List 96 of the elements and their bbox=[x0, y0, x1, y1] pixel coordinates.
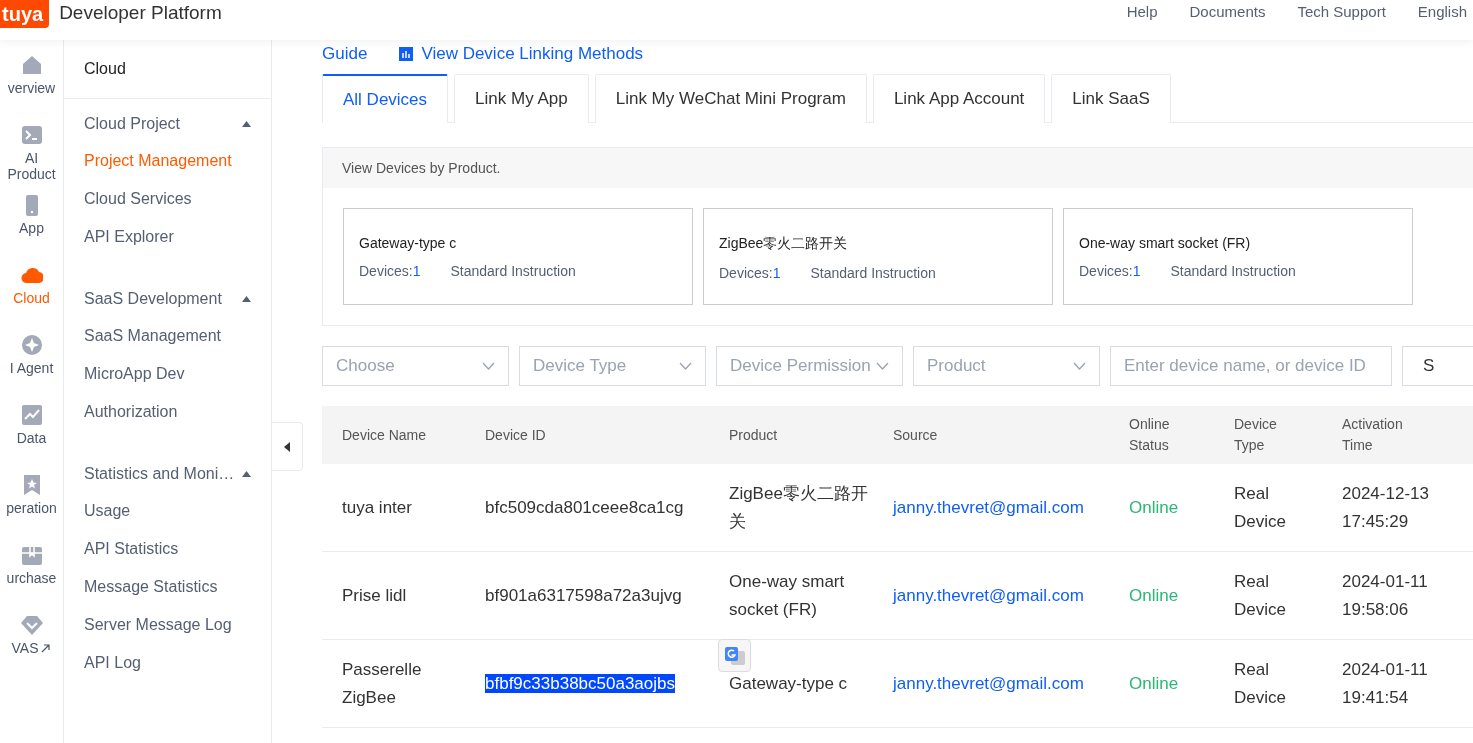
product-card[interactable]: ZigBee零火二路开关 Devices:1 Standard Instruction bbox=[703, 208, 1053, 305]
table-cell-text: 2024-01-11 19:41:54 bbox=[1341, 658, 1429, 709]
sparkle-icon bbox=[20, 334, 43, 356]
chevron-down-icon bbox=[1073, 362, 1086, 370]
header-link[interactable]: Help bbox=[1126, 2, 1158, 20]
product-name: Gateway-type c bbox=[359, 235, 458, 251]
header-link[interactable]: Tech Support bbox=[1297, 2, 1386, 20]
sidebar-group[interactable]: SaaS Development bbox=[64, 280, 271, 317]
rail-item[interactable]: VAS bbox=[0, 614, 63, 684]
panel-title: View Devices by Product. bbox=[323, 148, 1473, 188]
header-link[interactable]: English bbox=[1417, 2, 1467, 20]
sidebar-item[interactable]: Server Message Log bbox=[64, 606, 271, 644]
sidebar-item[interactable]: Authorization bbox=[64, 393, 271, 431]
translate-icon bbox=[723, 645, 746, 666]
sidebar-item[interactable]: API Log bbox=[64, 644, 271, 682]
column-header: Device Type bbox=[1233, 415, 1278, 455]
header-link[interactable]: Documents bbox=[1189, 2, 1266, 20]
table-cell-text: 2024-12-13 17:45:29 bbox=[1341, 482, 1430, 533]
chevron-down-icon bbox=[482, 362, 495, 370]
table-cell-text: One-way smart socket (FR) bbox=[728, 570, 846, 621]
table-cell-text: tuya inter bbox=[341, 496, 413, 519]
status-text: Online bbox=[1128, 584, 1180, 607]
column-header: Product bbox=[728, 425, 779, 445]
column-header: Activation Time bbox=[1341, 415, 1404, 455]
rail-item[interactable]: peration bbox=[0, 474, 63, 544]
sidebar-group[interactable]: Cloud Project bbox=[64, 105, 271, 142]
translate-button[interactable] bbox=[718, 639, 751, 672]
device-count: Devices:1 bbox=[359, 263, 421, 279]
column-header: Source bbox=[892, 425, 939, 445]
column-header: Device Name bbox=[341, 425, 428, 445]
product-card[interactable]: One-way smart socket (FR) Devices:1 Standard Instruction bbox=[1063, 208, 1413, 305]
sidebar-item[interactable]: Message Statistics bbox=[64, 568, 271, 606]
rail-item[interactable]: Data bbox=[0, 404, 63, 474]
table-cell-text: ZigBee零火二路开关 bbox=[728, 482, 869, 533]
house-icon bbox=[20, 54, 43, 76]
tab[interactable]: All Devices bbox=[322, 74, 449, 123]
box-icon bbox=[20, 544, 43, 566]
rail-item[interactable]: AI Product bbox=[0, 124, 63, 194]
device-count: Devices:1 bbox=[1079, 263, 1141, 279]
tab[interactable]: Link My WeChat Mini Program bbox=[594, 74, 867, 123]
device-id: bfbf9c33b38bc50a3aojbs bbox=[485, 673, 675, 693]
sidebar-title: Cloud bbox=[64, 40, 271, 99]
search-field[interactable]: Enter device name, or device ID bbox=[1110, 346, 1392, 386]
sidebar-item[interactable]: MicroApp Dev bbox=[64, 355, 271, 393]
group-label: Statistics and Moni… bbox=[84, 464, 235, 483]
product-card[interactable]: Gateway-type c Devices:1 Standard Instruction bbox=[343, 208, 693, 305]
sidebar-item[interactable]: API Explorer bbox=[64, 218, 271, 256]
device-id: bfc509cda801ceee8ca1cg bbox=[485, 497, 684, 517]
logo[interactable]: tuya bbox=[0, 0, 50, 28]
chevron-down-icon bbox=[876, 362, 889, 370]
tab[interactable]: Link My App bbox=[454, 74, 589, 123]
table-cell-text: 2024-01-11 19:58:06 bbox=[1341, 570, 1429, 621]
tab[interactable]: Link SaaS bbox=[1051, 74, 1171, 123]
instruction-label: Standard Instruction bbox=[450, 263, 576, 279]
terminal-icon bbox=[20, 124, 43, 146]
product-name: ZigBee零火二路开关 bbox=[719, 235, 849, 253]
collapse-handle[interactable] bbox=[272, 422, 303, 471]
chart-icon bbox=[20, 404, 43, 426]
tab[interactable]: Link App Account bbox=[872, 74, 1046, 123]
guide-link[interactable]: View Device Linking Methods bbox=[399, 44, 644, 64]
status-text: Online bbox=[1128, 672, 1180, 695]
device-count: Devices:1 bbox=[719, 265, 781, 281]
chevron-down-icon bbox=[679, 362, 692, 370]
status-text: Online bbox=[1128, 496, 1180, 519]
column-header: Online Status bbox=[1128, 415, 1171, 455]
device-id: bf901a6317598a72a3ujvg bbox=[485, 585, 682, 605]
table-cell-text: Real Device bbox=[1233, 658, 1287, 709]
table-cell-text: Passerelle ZigBee bbox=[341, 658, 423, 709]
sidebar-item[interactable]: Usage bbox=[64, 492, 271, 530]
source-link[interactable]: janny.thevret@gmail.com bbox=[873, 493, 1109, 522]
table-cell-text: Real Device bbox=[1233, 570, 1287, 621]
gem-icon bbox=[20, 614, 43, 636]
caret-icon bbox=[284, 441, 290, 452]
source-link[interactable]: janny.thevret@gmail.com bbox=[873, 581, 1109, 610]
table-cell-text: Prise lidl bbox=[341, 584, 408, 607]
sidebar-item[interactable]: Cloud Services bbox=[64, 180, 271, 218]
guide-link[interactable]: Guide bbox=[322, 44, 368, 64]
instruction-label: Standard Instruction bbox=[810, 265, 936, 281]
instruction-label: Standard Instruction bbox=[1170, 263, 1296, 279]
rail-item[interactable]: verview bbox=[0, 54, 63, 124]
platform-title: Developer Platform bbox=[59, 2, 222, 24]
sidebar-item[interactable]: API Statistics bbox=[64, 530, 271, 568]
table-cell-text: Real Device bbox=[1233, 482, 1287, 533]
group-label: Cloud Project bbox=[84, 114, 181, 133]
group-label: SaaS Development bbox=[84, 289, 222, 308]
search-button[interactable]: S bbox=[1402, 346, 1473, 386]
rail-item[interactable]: urchase bbox=[0, 544, 63, 614]
column-header: Device ID bbox=[484, 425, 547, 445]
rail-item[interactable]: App bbox=[0, 194, 63, 264]
sidebar-group[interactable]: Statistics and Moni… bbox=[64, 455, 271, 492]
sidebar-item[interactable]: SaaS Management bbox=[64, 317, 271, 355]
rail-item[interactable]: I Agent bbox=[0, 334, 63, 404]
product-name: One-way smart socket (FR) bbox=[1079, 235, 1252, 251]
source-link[interactable]: janny.thevret@gmail.com bbox=[873, 669, 1109, 698]
table-cell-text: Gateway-type c bbox=[728, 672, 849, 695]
chart-icon bbox=[399, 47, 414, 61]
